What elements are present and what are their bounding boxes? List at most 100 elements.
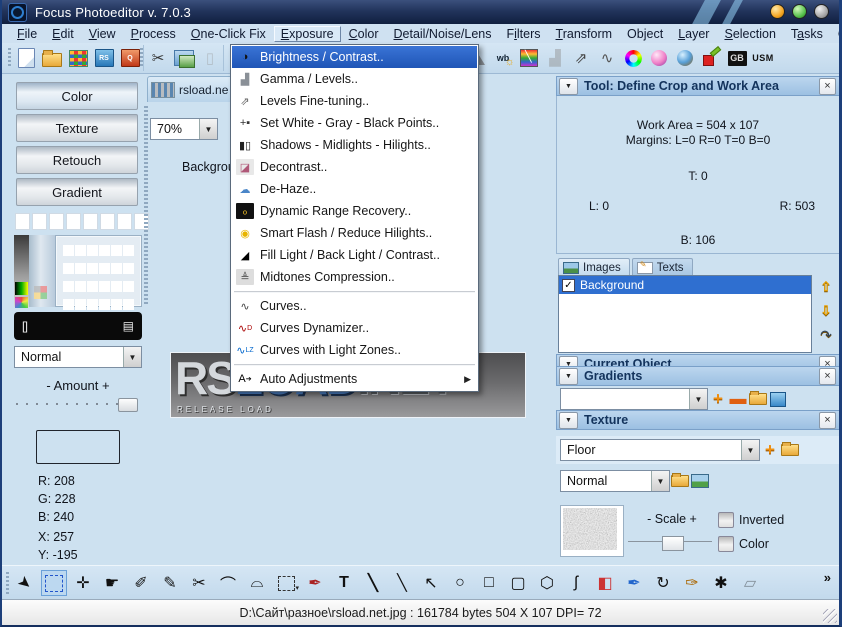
gb-icon[interactable]: GB (725, 47, 749, 69)
swatch[interactable] (66, 213, 81, 230)
close-button[interactable] (814, 4, 829, 19)
menu-item-shadows-midlights-hilights[interactable]: ▮▯ Shadows - Midlights - Hilights.. (232, 134, 477, 156)
palette-cell[interactable] (123, 281, 134, 292)
thin-line-tool[interactable]: ╲ (389, 570, 415, 596)
shape-select-menu-tool[interactable]: ▾ (273, 570, 299, 596)
chevron-down-icon[interactable]: ▼ (689, 389, 707, 409)
menu-view[interactable]: View (82, 26, 123, 42)
swatch[interactable] (100, 213, 115, 230)
palette-cell[interactable] (75, 281, 86, 292)
more-tools-button[interactable]: » (824, 570, 831, 585)
polygon-selection-tool[interactable]: ⌓ (244, 570, 270, 596)
palette-menu-icon[interactable]: ▤ (123, 319, 134, 333)
move-tool[interactable]: ✛ (70, 570, 96, 596)
menu-process[interactable]: Process (124, 26, 183, 42)
menu-item-gamma-levels[interactable]: ▟ Gamma / Levels.. (232, 68, 477, 90)
menu-item-brightness-contrast[interactable]: ◑ Brightness / Contrast.. (232, 46, 477, 68)
polygon-tool[interactable]: ⬡ (534, 570, 560, 596)
palette-cell[interactable] (99, 263, 110, 274)
cut-icon[interactable]: ✂ (146, 47, 170, 69)
menu-item-auto-adjustments[interactable]: A ➔ Auto Adjustments ▶ (232, 368, 477, 390)
menu-edit[interactable]: Edit (45, 26, 81, 42)
palette-cell[interactable] (75, 245, 86, 256)
lasso-paint-tool[interactable]: ✐ (128, 570, 154, 596)
rect-select-tool[interactable] (41, 570, 67, 596)
menu-selection[interactable]: Selection (717, 26, 782, 42)
panel-close-button[interactable]: × (819, 367, 836, 385)
sidebar-button-texture[interactable]: Texture (16, 114, 138, 142)
pan-tool[interactable]: ☛ (99, 570, 125, 596)
menu-color[interactable]: Color (342, 26, 386, 42)
slider-handle[interactable] (118, 398, 138, 412)
menu-item-dynamic-range-recovery[interactable]: ₒ Dynamic Range Recovery.. (232, 200, 477, 222)
text-tool[interactable]: T (331, 570, 357, 596)
menu-object[interactable]: Object (620, 26, 670, 42)
menu-exposure[interactable]: Exposure (273, 25, 341, 42)
layer-row[interactable]: ✓ Background (559, 276, 811, 294)
menu-item-de-haze[interactable]: ☁ De-Haze.. (232, 178, 477, 200)
swatch[interactable] (117, 213, 132, 230)
cut-selection-tool[interactable]: ✂ (186, 570, 212, 596)
menu-item-levels-fine-tuning[interactable]: ⇗ Levels Fine-tuning.. (232, 90, 477, 112)
add-gradient-button[interactable]: + (708, 389, 728, 409)
menu-item-curves-with-light-zones[interactable]: ∿ LZ Curves with Light Zones.. (232, 339, 477, 361)
color-mode-bar[interactable]: [ ] ▤ (14, 312, 142, 340)
blend-mode-select[interactable]: Normal ▼ (14, 346, 142, 368)
panel-collapse-button[interactable]: ▼ (559, 411, 578, 429)
menu-tasks[interactable]: Tasks (784, 26, 830, 42)
chevron-down-icon[interactable]: ▼ (199, 119, 217, 139)
palette-cell[interactable] (123, 299, 134, 310)
gray-gradient-strip[interactable] (14, 235, 29, 308)
panel-close-button[interactable]: × (819, 77, 836, 95)
gradient-select[interactable]: ▼ (560, 388, 708, 410)
sidebar-button-gradient[interactable]: Gradient (16, 178, 138, 206)
menu-item-fill-light-back-light-contrast[interactable]: ◢ Fill Light / Back Light / Contrast.. (232, 244, 477, 266)
lasso-smart-tool[interactable]: ✎ (157, 570, 183, 596)
color-adjust-icon[interactable] (673, 47, 697, 69)
copy-icon[interactable] (172, 47, 196, 69)
layer-visibility-checkbox[interactable]: ✓ (562, 278, 575, 292)
texture-blend-select[interactable]: Normal ▼ (560, 470, 670, 492)
move-down-button[interactable]: ⇩ (817, 302, 835, 320)
palette-cell[interactable] (111, 299, 122, 310)
palette-cell[interactable] (63, 263, 74, 274)
dock-grip[interactable] (144, 106, 148, 306)
panel-collapse-button[interactable]: ▼ (559, 355, 578, 366)
palette-thumb[interactable] (34, 286, 47, 299)
move-up-button[interactable]: ⇧ (817, 278, 835, 296)
resize-icon[interactable] (699, 47, 723, 69)
color-replace-tool[interactable]: ✒ (621, 570, 647, 596)
3d-rotate-tool[interactable]: ↻ (650, 570, 676, 596)
add-texture-button[interactable]: + (760, 440, 780, 460)
minimize-button[interactable] (770, 4, 785, 19)
airbrush-tool[interactable]: ✱ (708, 570, 734, 596)
palette-cell[interactable] (63, 245, 74, 256)
picker-arrow-tool[interactable]: ✒ (302, 570, 328, 596)
menu-item-set-white-gray-black-points[interactable]: +▪ Set White - Gray - Black Points.. (232, 112, 477, 134)
inverted-checkbox[interactable] (718, 512, 734, 528)
art-brush-tool[interactable]: ✑ (679, 570, 705, 596)
arrow-line-tool[interactable]: ↖ (418, 570, 444, 596)
save-gradient-button[interactable] (768, 389, 788, 409)
document-tab[interactable]: rsload.ne (147, 76, 237, 102)
chevron-down-icon[interactable]: ▼ (741, 440, 759, 460)
rainbow-thumb[interactable] (15, 297, 28, 308)
color-wheel-icon[interactable] (621, 47, 645, 69)
palette-cell[interactable] (123, 263, 134, 274)
rounded-rect-tool[interactable]: ▢ (505, 570, 531, 596)
scale-slider[interactable] (628, 536, 712, 551)
sidebar-button-retouch[interactable]: Retouch (16, 146, 138, 174)
menu-options[interactable]: Options (831, 26, 839, 42)
swatch-grid[interactable] (55, 235, 142, 328)
swatch[interactable] (15, 213, 30, 230)
usm-icon[interactable]: USM (751, 47, 775, 69)
panel-close-button[interactable]: × (819, 411, 836, 429)
open-texture-button[interactable] (780, 440, 800, 460)
ellipse-tool[interactable]: ○ (447, 570, 473, 596)
gradient-thumb[interactable] (15, 282, 28, 295)
panel-collapse-button[interactable]: ▼ (559, 77, 578, 95)
palette-cell[interactable] (87, 299, 98, 310)
palette-cell[interactable] (75, 263, 86, 274)
remove-gradient-button[interactable]: ▬ (728, 389, 748, 409)
rectangle-tool[interactable]: □ (476, 570, 502, 596)
